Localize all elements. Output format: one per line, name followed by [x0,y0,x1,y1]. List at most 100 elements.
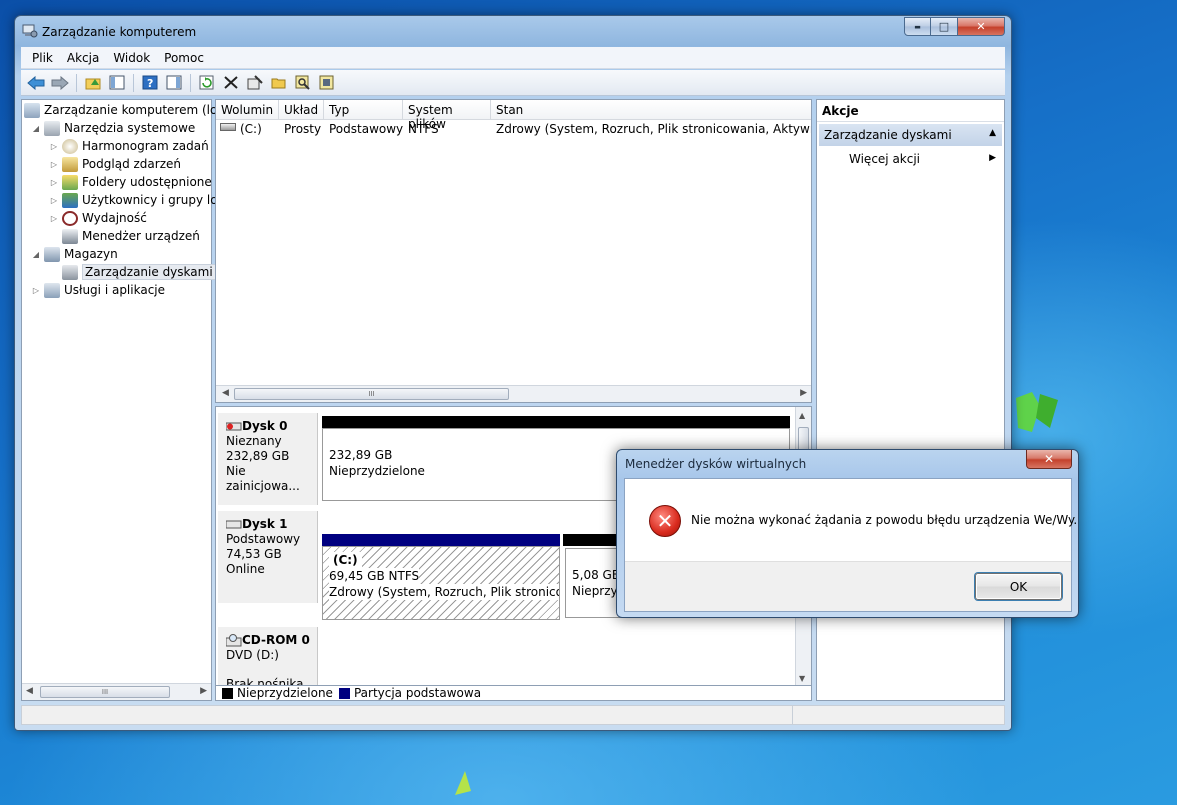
desktop-logo-fragment [1016,392,1058,432]
search-button[interactable] [292,73,314,93]
show-hide-tree-button[interactable] [106,73,128,93]
scroll-left-icon[interactable]: ◀ [222,388,229,398]
forward-icon [51,75,69,90]
scroll-right-icon[interactable]: ▶ [800,388,807,398]
disk-1-label[interactable]: Dysk 1 Podstawowy 74,53 GB Online [218,511,318,603]
delete-button[interactable] [220,73,242,93]
tree-item-local-users-groups[interactable]: ▷ Użytkownicy i grupy lok [49,191,224,209]
tree-item-label: Zarządzanie dyskami [82,264,216,280]
users-groups-icon [62,192,78,208]
scroll-thumb[interactable]: III [234,388,509,400]
disk-0-label[interactable]: Dysk 0 Nieznany 232,89 GB Nie zainicjowa… [218,413,318,505]
legend-label: Nieprzydzielone [237,686,333,700]
disk-status: Online [226,562,265,576]
close-button[interactable]: ✕ [958,17,1005,36]
settings-button[interactable] [316,73,338,93]
more-actions-item[interactable]: Więcej akcji [849,152,920,166]
volume-drive-icon [220,123,236,131]
tree-item-task-scheduler[interactable]: ▷ Harmonogram zadań [49,137,209,155]
disk-name: CD-ROM 0 [242,633,310,647]
scroll-right-icon[interactable]: ▶ [200,686,207,696]
tree-item-label: Podgląd zdarzeń [82,157,181,171]
refresh-button[interactable] [196,73,218,93]
tree-item-storage[interactable]: ◢ Magazyn [31,245,118,263]
expand-toggle-icon[interactable]: ◢ [31,124,41,133]
expand-toggle-icon[interactable]: ▷ [49,196,59,205]
actions-section-disk-management[interactable]: Zarządzanie dyskami ▲ [819,124,1002,146]
tree-item-computer-management[interactable]: Zarządzanie komputerem (loka [24,101,231,119]
dialog-footer: OK [625,561,1071,611]
storage-icon [44,246,60,262]
window-title: Zarządzanie komputerem [42,25,197,39]
scroll-up-icon[interactable]: ▲ [799,411,805,420]
expand-toggle-icon[interactable]: ▷ [49,178,59,187]
expand-toggle-icon[interactable]: ▷ [49,142,59,151]
toolbar-separator [190,73,191,92]
disk-1-partition-c[interactable]: (C:) 69,45 GB NTFS Zdrowy (System, Rozru… [322,546,560,620]
menu-action[interactable]: Akcja [60,51,106,65]
tree-item-system-tools[interactable]: ◢ Narzędzia systemowe [31,119,195,137]
expand-toggle-icon[interactable]: ◢ [31,250,41,259]
actions-header: Akcje [817,100,1004,122]
column-header-status[interactable]: Stan [491,100,813,120]
show-hide-action-pane-button[interactable] [163,73,185,93]
submenu-arrow-icon: ▶ [989,153,996,163]
open-button[interactable] [268,73,290,93]
dialog-close-button[interactable]: ✕ [1026,450,1072,469]
expand-toggle-icon[interactable]: ▷ [49,214,59,223]
scroll-down-icon[interactable]: ▼ [799,674,805,683]
legend-label: Partycja podstawowa [353,686,482,700]
tree-item-device-manager[interactable]: Menedżer urządzeń [49,227,200,245]
menu-file[interactable]: Plik [25,51,60,65]
volume-type-cell: Podstawowy [329,122,403,136]
task-scheduler-icon [62,138,78,154]
column-header-type[interactable]: Typ [324,100,403,120]
toolbar-separator [133,73,134,92]
ok-button[interactable]: OK [975,573,1062,600]
legend-swatch-primary [338,687,350,699]
cdrom-0-label[interactable]: CD-ROM 0 DVD (D:) Brak nośnika [218,627,318,685]
column-header-volume[interactable]: Wolumin [216,100,279,120]
toolbar-separator [76,73,77,92]
tree-item-performance[interactable]: ▷ Wydajność [49,209,147,227]
computer-management-icon [24,102,40,118]
help-button[interactable]: ? [139,73,161,93]
scroll-left-icon[interactable]: ◀ [26,686,33,696]
forward-button[interactable] [49,73,71,93]
tree-item-shared-folders[interactable]: ▷ Foldery udostępnione [49,173,212,191]
event-viewer-icon [62,156,78,172]
disk-icon [226,520,242,529]
disk-size: 232,89 GB [226,449,290,463]
up-folder-button[interactable] [82,73,104,93]
scroll-thumb[interactable]: III [40,686,170,698]
minimize-button[interactable]: ▬ [904,17,931,36]
collapse-icon[interactable]: ▲ [989,128,996,138]
tree-item-label: Usługi i aplikacje [64,283,166,297]
menu-help[interactable]: Pomoc [157,51,211,65]
expand-toggle-icon[interactable]: ▷ [49,160,59,169]
back-button[interactable] [25,73,47,93]
expand-toggle-icon[interactable]: ▷ [31,286,41,295]
disk-management-icon [62,264,78,280]
more-actions-label: Więcej akcji [849,152,921,166]
tree-item-event-viewer[interactable]: ▷ Podgląd zdarzeń [49,155,181,173]
dialog-body: ✕ Nie można wykonać żądania z powodu błę… [624,478,1077,612]
tree-horizontal-scrollbar[interactable]: ◀ III ▶ [22,683,211,700]
performance-icon [62,210,78,226]
tree-item-label: Menedżer urządzeń [82,229,200,243]
disk-size: 74,53 GB [226,547,282,561]
column-header-layout[interactable]: Układ [279,100,324,120]
title-bar[interactable]: Zarządzanie komputerem ▬ □ ✕ [15,16,1011,46]
menu-view[interactable]: Widok [106,51,157,65]
toolbar: ? [21,70,1005,96]
properties-button[interactable] [244,73,266,93]
close-icon: ✕ [1043,452,1055,466]
delete-icon [224,76,238,89]
column-header-file-system[interactable]: System plików [403,100,491,131]
tree-item-label: Narzędzia systemowe [64,121,196,135]
volume-horizontal-scrollbar[interactable]: ◀ III ▶ [216,385,811,402]
tree-item-disk-management[interactable]: Zarządzanie dyskami [49,263,216,281]
tree-item-services-applications[interactable]: ▷ Usługi i aplikacje [31,281,165,299]
show-hide-action-pane-icon [166,75,182,90]
maximize-button[interactable]: □ [931,17,958,36]
